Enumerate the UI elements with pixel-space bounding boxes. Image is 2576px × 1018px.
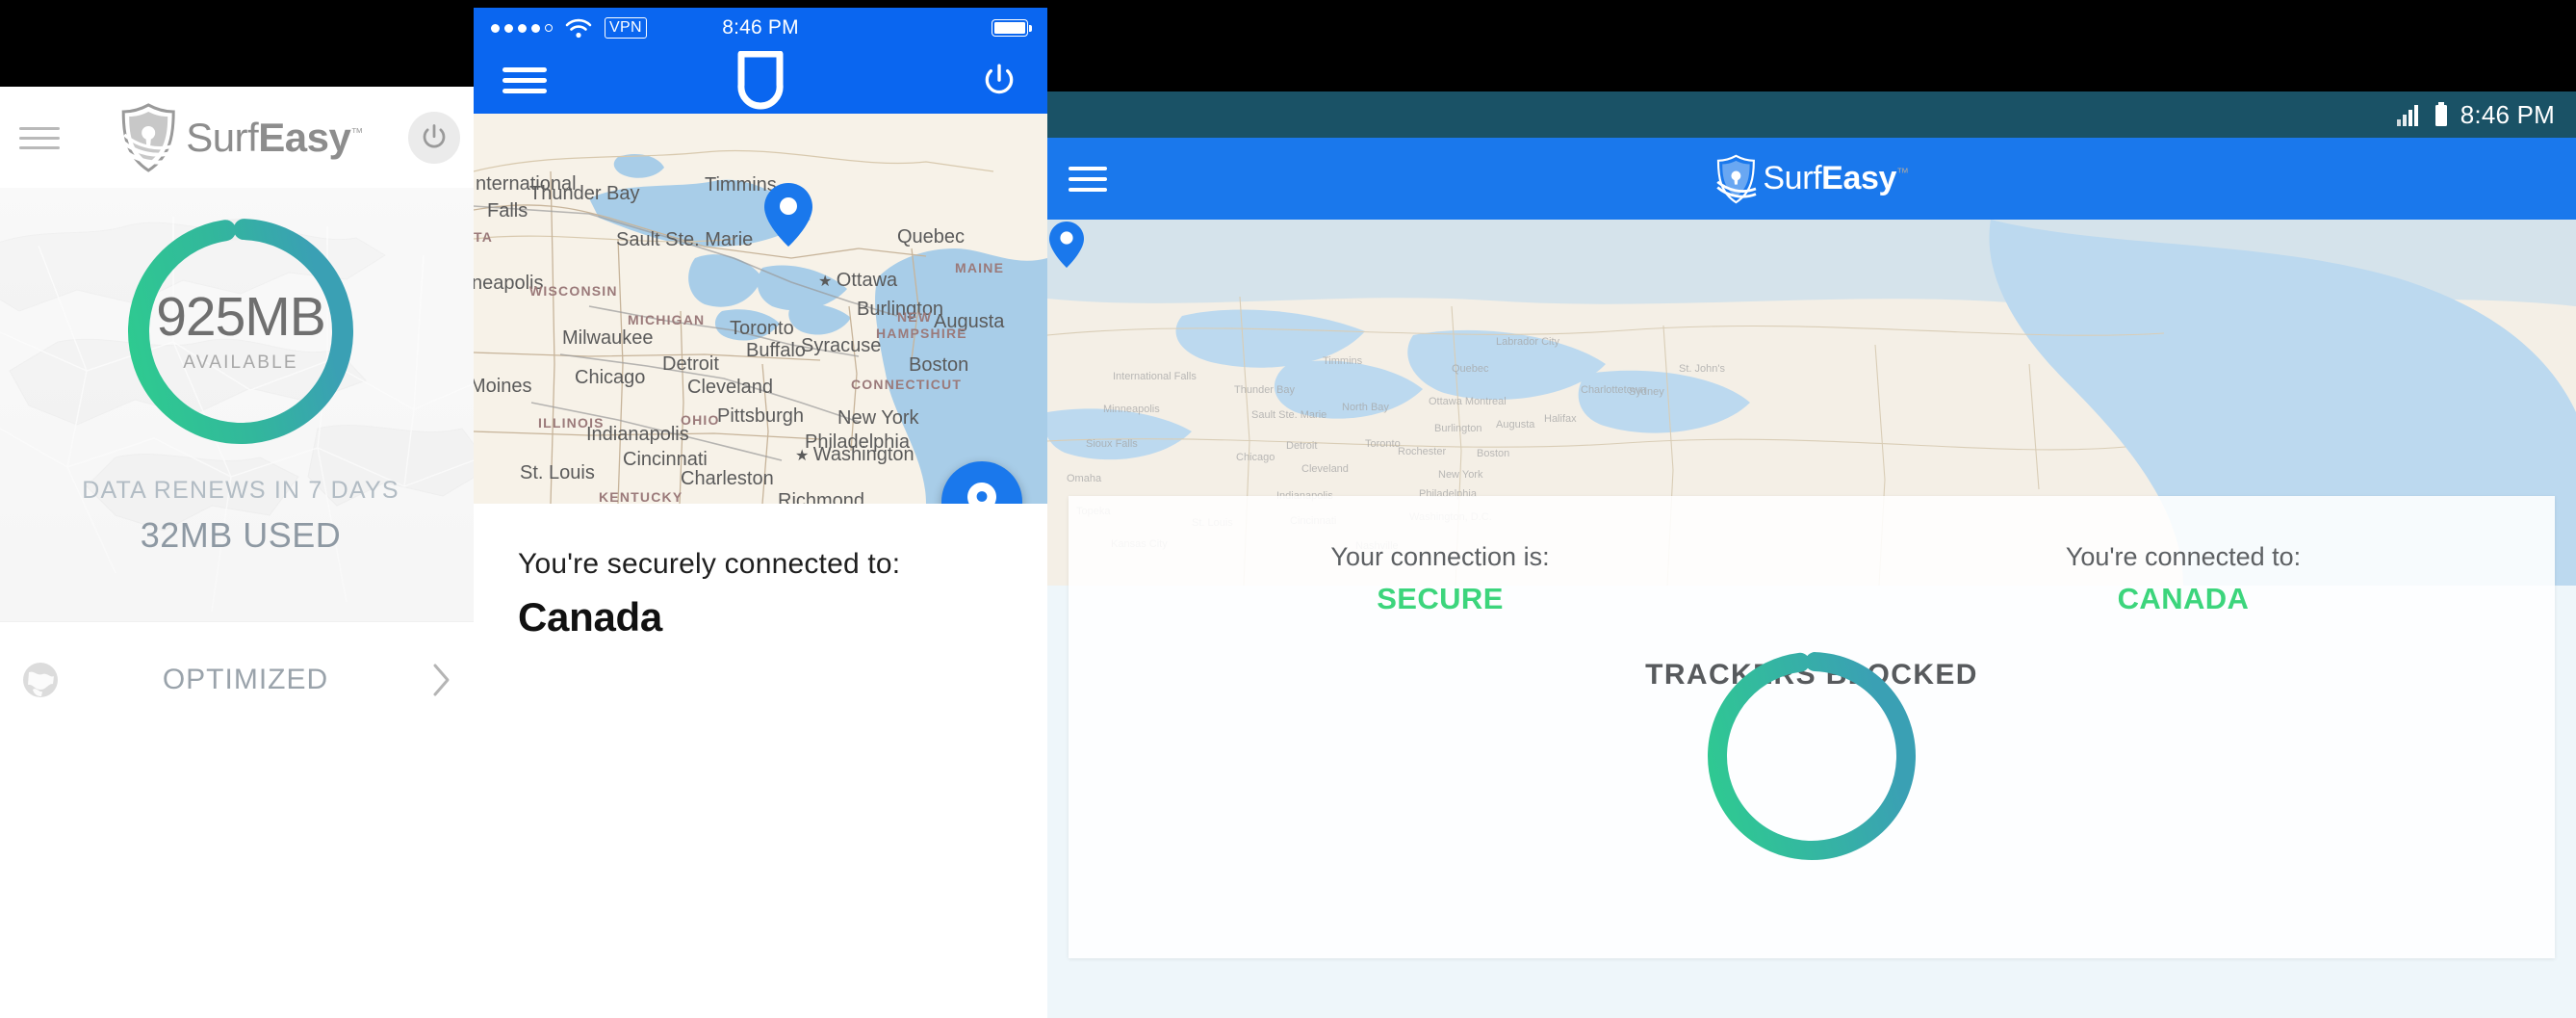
- svg-text:Thunder Bay: Thunder Bay: [1234, 384, 1295, 396]
- data-usage-ring: 925MB AVAILABLE: [120, 211, 361, 452]
- battery-icon: [2434, 102, 2447, 126]
- vpn-badge: VPN: [605, 17, 647, 39]
- left-panel-ios-usage: SurfEasy™ 925MB AVAILABLE DATA RENEWS IN…: [0, 87, 481, 1018]
- chevron-right-icon: [433, 664, 450, 695]
- svg-text:Boston: Boston: [1477, 448, 1509, 459]
- svg-text:Chicago: Chicago: [1236, 452, 1275, 463]
- brand-name-light: Surf: [1763, 160, 1822, 196]
- android-status-card: Your connection is: SECURE You're connec…: [1069, 496, 2555, 958]
- screenshot-stage: SurfEasy™ 925MB AVAILABLE DATA RENEWS IN…: [0, 0, 2576, 1018]
- connection-country: Canada: [518, 594, 662, 640]
- globe-icon: [23, 662, 58, 697]
- signal-bars-icon: [2396, 105, 2418, 126]
- power-icon[interactable]: [980, 62, 1018, 100]
- svg-text:Ottawa Montreal: Ottawa Montreal: [1429, 396, 1507, 407]
- brand-logo: SurfEasy™: [1714, 154, 1909, 204]
- svg-text:Cleveland: Cleveland: [1301, 463, 1349, 475]
- svg-text:Quebec: Quebec: [1452, 363, 1489, 375]
- shield-logo-icon: [120, 102, 178, 172]
- svg-text:International Falls: International Falls: [1113, 371, 1197, 382]
- connection-summary: Your connection is: SECURE You're connec…: [1069, 496, 2555, 649]
- wifi-icon: [565, 18, 592, 39]
- trackers-ring: [1708, 652, 1916, 860]
- location-pin-icon[interactable]: [1047, 220, 1086, 270]
- connection-lead-text: You're securely connected to:: [518, 548, 901, 580]
- brand-wordmark: SurfEasy™: [1763, 160, 1909, 197]
- data-used-text: 32MB USED: [140, 515, 342, 555]
- svg-text:Timmins: Timmins: [1323, 355, 1363, 367]
- map-basemap: [474, 114, 1047, 504]
- right-panel-android: 8:46 PM SurfEasy™ International Falls Mi…: [1047, 91, 2576, 1018]
- connection-status-block: Your connection is: SECURE: [1069, 542, 1812, 616]
- data-usage-section: 925MB AVAILABLE DATA RENEWS IN 7 DAYS 32…: [0, 188, 481, 621]
- android-clock: 8:46 PM: [2460, 99, 2555, 129]
- svg-text:Omaha: Omaha: [1067, 473, 1102, 484]
- location-pin-icon[interactable]: [762, 181, 814, 248]
- brand-logo: SurfEasy™: [118, 102, 363, 172]
- svg-text:Burlington: Burlington: [1434, 423, 1482, 434]
- shield-logo-icon: [737, 51, 784, 110]
- shield-logo-icon: [1716, 154, 1757, 203]
- hamburger-icon[interactable]: [19, 123, 60, 152]
- vpn-map[interactable]: nternational Falls Thunder Bay Timmins S…: [474, 114, 1047, 504]
- svg-text:Detroit: Detroit: [1286, 440, 1317, 452]
- svg-text:Sioux Falls: Sioux Falls: [1086, 438, 1138, 450]
- brand-trademark: ™: [1895, 165, 1909, 180]
- center-panel-ios-vpn: VPN 8:46 PM nternational Falls Thunder B…: [474, 8, 1047, 1018]
- brand-name-bold: Easy: [258, 114, 351, 160]
- ios-nav-bar: [474, 48, 1047, 114]
- data-available-value: 925MB: [156, 285, 326, 348]
- svg-text:North Bay: North Bay: [1342, 402, 1389, 413]
- svg-text:Labrador City: Labrador City: [1496, 336, 1560, 348]
- brand-name-light: Surf: [186, 114, 259, 160]
- power-button[interactable]: [408, 111, 460, 164]
- connection-status-value: SECURE: [1377, 582, 1504, 615]
- svg-text:St. John's: St. John's: [1679, 363, 1725, 375]
- battery-full-icon: [991, 19, 1032, 37]
- signal-dots-icon: [491, 23, 553, 33]
- svg-text:New York: New York: [1438, 469, 1483, 481]
- optimized-row[interactable]: OPTIMIZED: [0, 621, 481, 737]
- connection-info: You're securely connected to: Canada: [474, 504, 1047, 640]
- location-pin-icon: [967, 483, 996, 504]
- svg-text:Halifax: Halifax: [1544, 413, 1577, 425]
- ios-clock: 8:46 PM: [722, 16, 799, 39]
- connection-location-label: You're connected to:: [2065, 542, 2302, 571]
- brand-trademark: ™: [350, 124, 363, 140]
- svg-text:Sault Ste. Marie: Sault Ste. Marie: [1251, 409, 1327, 421]
- connection-status-label: Your connection is:: [1330, 542, 1550, 571]
- data-available-label: AVAILABLE: [183, 352, 298, 373]
- svg-text:Toronto: Toronto: [1365, 438, 1401, 450]
- data-renewal-text: DATA RENEWS IN 7 DAYS: [82, 477, 399, 504]
- optimized-label: OPTIMIZED: [162, 663, 329, 695]
- ios-status-bar: VPN 8:46 PM: [474, 8, 1047, 48]
- svg-text:Rochester: Rochester: [1398, 446, 1446, 457]
- connection-location-value: CANADA: [2117, 582, 2250, 615]
- brand-wordmark: SurfEasy™: [186, 115, 363, 161]
- svg-text:Augusta: Augusta: [1496, 419, 1535, 431]
- android-nav-bar: SurfEasy™: [1047, 138, 2576, 220]
- connection-location-block: You're connected to: CANADA: [1812, 542, 2555, 616]
- hamburger-icon[interactable]: [1069, 166, 1107, 193]
- hamburger-icon[interactable]: [502, 65, 547, 96]
- power-icon: [423, 123, 446, 147]
- svg-text:Minneapolis: Minneapolis: [1103, 404, 1160, 415]
- android-status-bar: 8:46 PM: [1047, 91, 2576, 138]
- svg-text:Sydney: Sydney: [1629, 386, 1664, 398]
- left-panel-header: SurfEasy™: [0, 87, 481, 188]
- brand-name-bold: Easy: [1821, 160, 1896, 196]
